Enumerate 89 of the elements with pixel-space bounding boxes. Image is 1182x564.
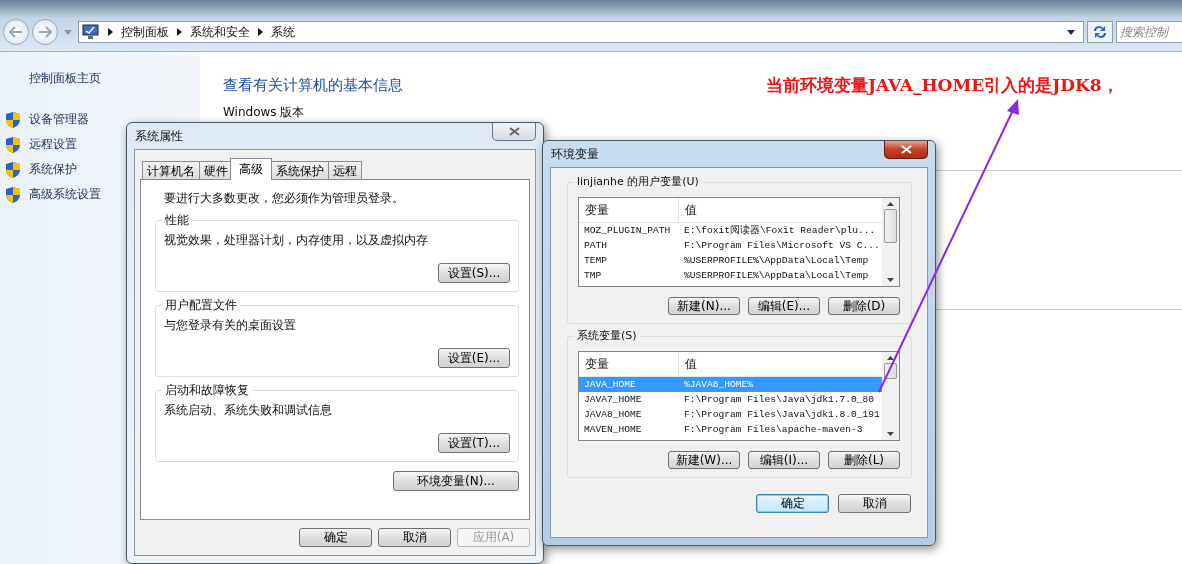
dialog-button[interactable]: 取消 [378, 528, 451, 547]
variable-name: PATH [583, 240, 609, 251]
scroll-up-icon[interactable] [887, 202, 894, 206]
address-bar[interactable]: 控制面板 系统和安全 系统 [78, 21, 1084, 43]
group-title: 性能 [162, 213, 192, 227]
scrollbar[interactable] [882, 352, 899, 440]
group-description: 与您登录有关的桌面设置 [164, 317, 297, 334]
tab[interactable]: 高级 [230, 158, 272, 180]
computer-icon [82, 24, 100, 40]
environment-variables-button[interactable]: 环境变量(N)... [393, 471, 519, 491]
group-title: linjianhe 的用户变量(U) [574, 175, 702, 189]
column-header[interactable]: 变量 [579, 198, 679, 222]
breadcrumb-item[interactable]: 系统 [271, 23, 295, 41]
chevron-right-icon [177, 28, 182, 36]
dialog-button[interactable]: 确定 [756, 494, 829, 513]
group-title: 启动和故障恢复 [162, 383, 252, 397]
settings-button[interactable]: 设置(S)... [438, 263, 510, 283]
list-row[interactable]: MAVEN_HOME F:\Program Files\apache-maven-3 [579, 422, 882, 437]
page-heading: 查看有关计算机的基本信息 [223, 76, 403, 95]
list-row[interactable]: PATH F:\Program Files\Microsoft VS C... [579, 238, 882, 253]
list-row[interactable]: MOZ_PLUGIN_PATH E:\foxit阅读器\Foxit Reader\plu... [579, 223, 882, 238]
dialog-title: 环境变量 [550, 145, 599, 163]
variable-value: E:\foxit阅读器\Foxit Reader\plu... [683, 224, 877, 237]
settings-button[interactable]: 设置(E)... [438, 348, 510, 368]
sidebar-link[interactable]: 远程设置 [29, 136, 77, 153]
chevron-right-icon [258, 28, 263, 36]
shield-icon [6, 136, 20, 153]
list-row[interactable]: TMP %USERPROFILE%\AppData\Local\Temp [579, 268, 882, 283]
sidebar-link[interactable]: 高级系统设置 [29, 186, 101, 203]
refresh-button[interactable] [1087, 21, 1113, 43]
column-header[interactable]: 值 [679, 352, 882, 376]
breadcrumb-item[interactable]: 系统和安全 [190, 23, 250, 41]
list-row[interactable]: TEMP %USERPROFILE%\AppData\Local\Temp [579, 253, 882, 268]
search-field[interactable]: 搜索控制 [1116, 21, 1182, 43]
close-icon [900, 145, 912, 154]
breadcrumb-item[interactable]: 控制面板 [121, 23, 169, 41]
variable-name: JAVA7_HOME [583, 394, 643, 405]
shield-icon [6, 161, 20, 178]
shield-icon [6, 111, 20, 128]
group-title: 系统变量(S) [574, 329, 640, 343]
variable-name: MOZ_PLUGIN_PATH [583, 225, 672, 236]
list-action-button[interactable]: 删除(D) [828, 297, 900, 315]
scrollbar[interactable] [882, 198, 899, 286]
section-title: Windows 版本 [223, 104, 305, 121]
variable-name: TMP [583, 270, 603, 281]
list-action-button[interactable]: 删除(L) [828, 451, 900, 469]
column-header[interactable]: 值 [679, 198, 882, 222]
scrollbar-thumb[interactable] [884, 209, 897, 243]
list-action-button[interactable]: 新建(N)... [668, 297, 740, 315]
variable-value: %USERPROFILE%\AppData\Local\Temp [683, 270, 870, 281]
close-button[interactable] [884, 141, 928, 159]
admin-notice: 要进行大多数更改，您必须作为管理员登录。 [163, 190, 405, 207]
close-icon [508, 127, 520, 136]
chevron-right-icon [108, 28, 113, 36]
variable-value: %JAVA8_HOME% [683, 379, 755, 390]
scroll-down-icon[interactable] [887, 432, 894, 436]
variable-value: F:\Program Files\Java\jdk1.7.0_80 [683, 394, 875, 405]
sidebar-link[interactable]: 系统保护 [29, 161, 77, 178]
group-title: 用户配置文件 [162, 298, 240, 312]
refresh-icon [1092, 25, 1108, 39]
dialog-title: 系统属性 [134, 127, 183, 145]
arrow-left-icon [9, 26, 23, 38]
list-action-button[interactable]: 编辑(E)... [748, 297, 820, 315]
list-row[interactable]: JAVA7_HOME F:\Program Files\Java\jdk1.7.0_80 [579, 392, 882, 407]
sidebar-link[interactable]: 设备管理器 [29, 111, 89, 128]
dialog-button[interactable]: 取消 [838, 494, 911, 513]
variable-value: F:\Program Files\Java\jdk1.8.0_191 [683, 409, 881, 420]
scroll-down-icon[interactable] [887, 278, 894, 282]
column-header[interactable]: 变量 [579, 352, 679, 376]
list-action-button[interactable]: 新建(W)... [668, 451, 740, 469]
group-description: 系统启动、系统失败和调试信息 [164, 402, 333, 419]
dropdown-caret-icon[interactable] [1067, 29, 1075, 35]
group-description: 视觉效果，处理器计划，内存使用，以及虚拟内存 [164, 232, 429, 249]
variable-name: TEMP [583, 255, 609, 266]
settings-button[interactable]: 设置(T)... [438, 433, 510, 453]
variable-value: %USERPROFILE%\AppData\Local\Temp [683, 255, 870, 266]
dialog-button[interactable]: 确定 [299, 528, 372, 547]
variable-name: JAVA_HOME [583, 379, 637, 390]
list-row[interactable]: JAVA8_HOME F:\Program Files\Java\jdk1.8.0_191 [579, 407, 882, 422]
control-panel-home-link[interactable]: 控制面板主页 [29, 70, 101, 87]
scroll-up-icon[interactable] [887, 356, 894, 360]
variable-value: F:\Program Files\Microsoft VS C... [683, 240, 881, 251]
variable-value: F:\Program Files\apache-maven-3 [683, 424, 864, 435]
annotation-text: 当前环境变量JAVA_HOME引入的是JDK8， [766, 74, 1119, 97]
shield-icon [6, 186, 20, 203]
variable-name: JAVA8_HOME [583, 409, 643, 420]
variable-name: MAVEN_HOME [583, 424, 643, 435]
list-action-button[interactable]: 编辑(I)... [748, 451, 820, 469]
arrow-right-icon [38, 26, 52, 38]
